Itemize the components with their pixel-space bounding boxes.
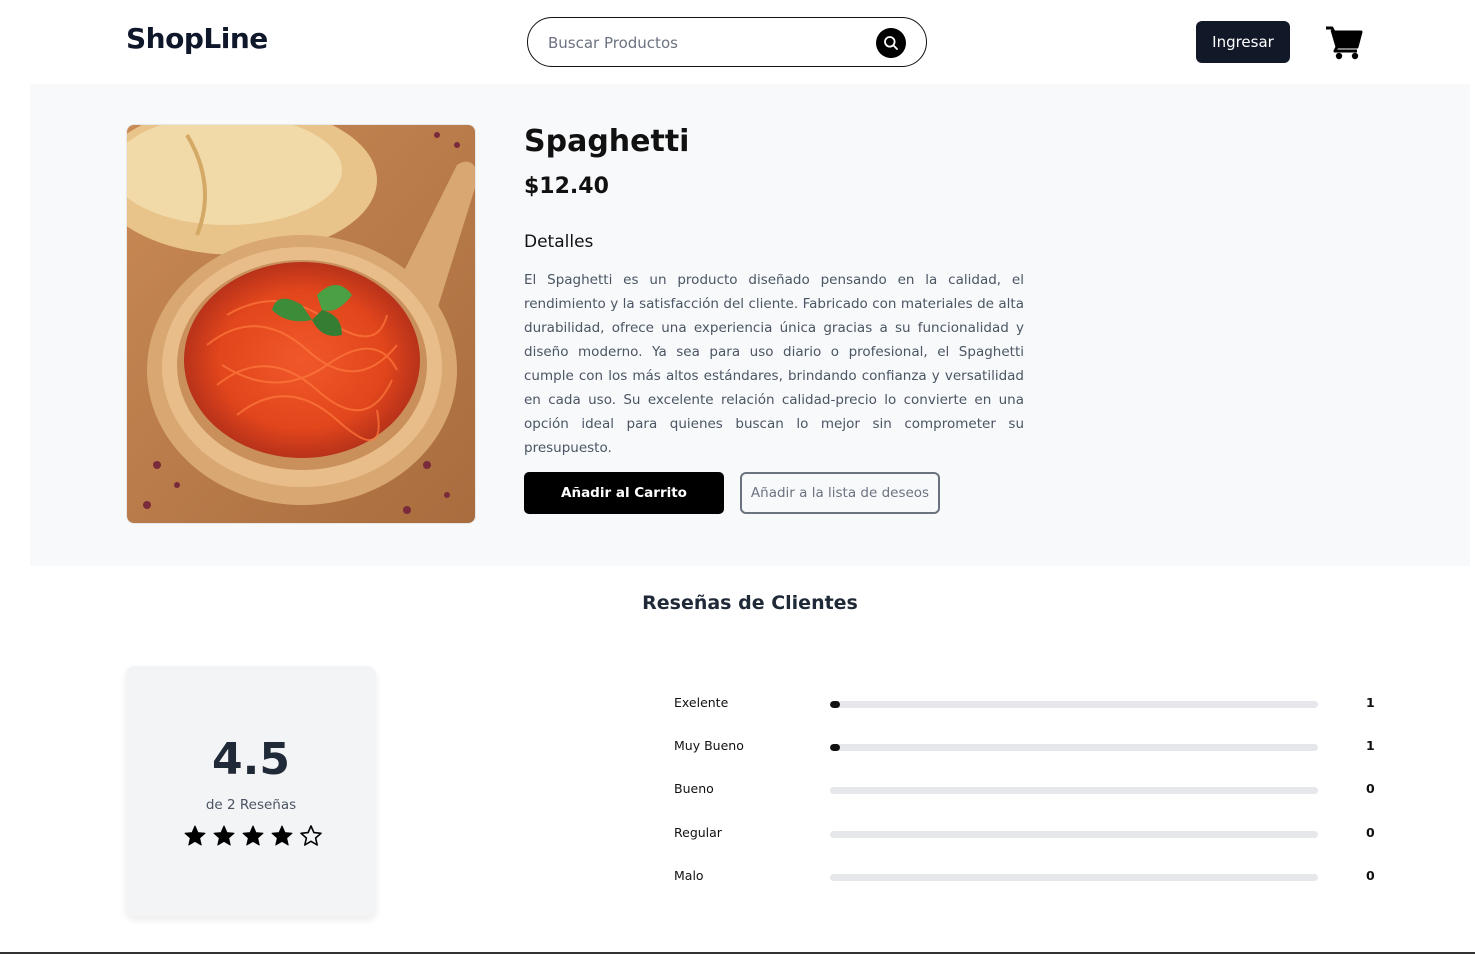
rating-row: Malo 0	[674, 868, 1394, 888]
site-header: ShopLine Ingresar	[0, 0, 1475, 84]
rating-row-label: Regular	[674, 825, 722, 840]
rating-row-count: 0	[1366, 781, 1375, 796]
rating-row-label: Malo	[674, 868, 704, 883]
star-filled-icon	[242, 825, 264, 846]
product-description: El Spaghetti es un producto diseñado pen…	[524, 272, 1024, 456]
rating-row-count: 1	[1366, 738, 1375, 753]
search-input[interactable]	[548, 30, 878, 56]
rating-row: Bueno 0	[674, 781, 1394, 801]
star-rating	[183, 824, 323, 850]
rating-bar-track	[830, 744, 1318, 751]
product-section: Spaghetti $12.40 Detalles El Spaghetti e…	[30, 84, 1470, 566]
rating-row-label: Bueno	[674, 781, 714, 796]
add-to-cart-button[interactable]: Añadir al Carrito	[524, 472, 724, 514]
search-button[interactable]	[876, 28, 906, 58]
rating-row-count: 1	[1366, 695, 1375, 710]
rating-row: Muy Bueno 1	[674, 738, 1394, 758]
rating-row: Regular 0	[674, 825, 1394, 845]
product-image	[126, 124, 476, 524]
details-heading: Detalles	[524, 232, 594, 252]
star-filled-icon	[184, 825, 206, 846]
cart-button[interactable]	[1324, 22, 1364, 62]
search-icon	[884, 36, 898, 50]
product-price: $12.40	[524, 174, 609, 199]
rating-row: Exelente 1	[674, 695, 1394, 715]
site-logo[interactable]: ShopLine	[126, 22, 268, 55]
star-filled-icon	[213, 825, 235, 846]
login-button[interactable]: Ingresar	[1196, 21, 1290, 63]
rating-row-label: Exelente	[674, 695, 729, 710]
add-to-wishlist-button[interactable]: Añadir a la lista de deseos	[740, 472, 940, 514]
reviews-heading: Reseñas de Clientes	[642, 592, 858, 614]
average-rating: 4.5	[212, 734, 290, 785]
rating-bar-track	[830, 874, 1318, 881]
shopping-cart-icon	[1326, 26, 1363, 60]
rating-bar-track	[830, 701, 1318, 708]
rating-bar-track	[830, 831, 1318, 838]
rating-bar-track	[830, 787, 1318, 794]
rating-row-count: 0	[1366, 825, 1375, 840]
rating-summary-card: 4.5 de 2 Reseñas	[126, 666, 376, 916]
review-count: de 2 Reseñas	[205, 797, 297, 813]
search-bar	[527, 17, 927, 67]
rating-row-label: Muy Bueno	[674, 738, 744, 753]
rating-bar-fill	[830, 701, 840, 708]
star-filled-icon	[271, 825, 293, 846]
rating-row-count: 0	[1366, 868, 1375, 883]
product-title: Spaghetti	[524, 124, 690, 159]
star-outline-icon	[300, 825, 322, 846]
rating-bar-fill	[830, 744, 840, 751]
